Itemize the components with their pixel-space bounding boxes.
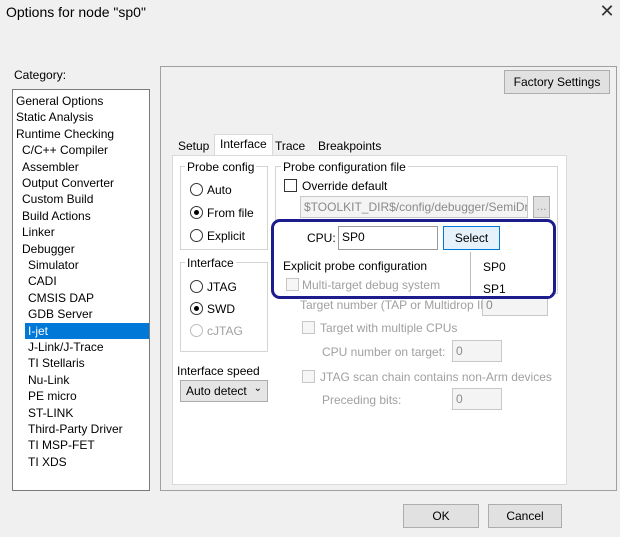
target-number-label: Target number (TAP or Multidrop ID): bbox=[300, 298, 497, 312]
cpu-number-input: 0 bbox=[452, 340, 502, 362]
interface-group-label: Interface bbox=[185, 256, 236, 270]
interface-speed-value: Auto detect bbox=[186, 384, 247, 398]
jtag-chain-checkbox bbox=[302, 370, 315, 383]
multi-target-checkbox bbox=[286, 278, 299, 291]
cpu-option-sp0[interactable]: SP0 bbox=[483, 260, 506, 274]
category-label: Category: bbox=[14, 68, 67, 82]
ok-button[interactable]: OK bbox=[403, 504, 479, 528]
override-default-checkbox[interactable] bbox=[284, 179, 297, 192]
category-item[interactable]: Debugger bbox=[19, 241, 79, 257]
multi-cpu-checkbox bbox=[302, 321, 315, 334]
cancel-button[interactable]: Cancel bbox=[488, 504, 562, 528]
probe-explicit-label: Explicit bbox=[207, 229, 246, 243]
category-item[interactable]: TI MSP-FET bbox=[25, 437, 99, 453]
jtag-chain-label: JTAG scan chain contains non-Arm devices bbox=[320, 370, 552, 384]
interface-cjtag-label: cJTAG bbox=[207, 324, 243, 338]
category-item[interactable]: CMSIS DAP bbox=[25, 290, 98, 306]
category-item[interactable]: PE micro bbox=[25, 388, 81, 404]
preceding-bits-label: Preceding bits: bbox=[322, 393, 402, 407]
probe-file-label: Probe configuration file bbox=[281, 160, 408, 174]
category-item[interactable]: I-jet bbox=[25, 322, 149, 339]
probe-explicit-radio[interactable] bbox=[190, 229, 203, 242]
cpu-dropdown-list: SP0 SP1 bbox=[470, 252, 550, 296]
category-item[interactable]: J-Link/J-Trace bbox=[25, 339, 108, 355]
interface-speed-label: Interface speed bbox=[177, 364, 260, 378]
category-item[interactable]: CADI bbox=[25, 273, 61, 289]
category-item[interactable]: Assembler bbox=[19, 159, 83, 175]
interface-jtag-label: JTAG bbox=[207, 280, 237, 294]
cpu-option-sp1[interactable]: SP1 bbox=[483, 282, 506, 296]
cpu-input[interactable]: SP0 bbox=[338, 226, 438, 250]
category-item[interactable]: Static Analysis bbox=[13, 109, 97, 125]
category-item[interactable]: Output Converter bbox=[19, 175, 118, 191]
probe-auto-radio[interactable] bbox=[190, 183, 203, 196]
probe-file-path-input: $TOOLKIT_DIR$/config/debugger/SemiDrive/ bbox=[300, 196, 528, 218]
category-item[interactable]: Simulator bbox=[25, 257, 83, 273]
category-item[interactable]: Linker bbox=[19, 224, 59, 240]
select-cpu-button[interactable]: Select bbox=[443, 226, 500, 250]
interface-jtag-radio[interactable] bbox=[190, 280, 203, 293]
probe-from-file-radio[interactable] bbox=[190, 206, 203, 219]
category-item[interactable]: TI Stellaris bbox=[25, 355, 89, 371]
preceding-bits-input: 0 bbox=[452, 388, 502, 410]
category-item[interactable]: General Options bbox=[13, 93, 107, 109]
category-item[interactable]: TI XDS bbox=[25, 454, 71, 470]
category-item[interactable]: Custom Build bbox=[19, 191, 97, 207]
cpu-selection-highlight: CPU: SP0 Select Explicit probe configura… bbox=[271, 219, 556, 299]
category-list[interactable]: General Options Static Analysis Runtime Ch… bbox=[12, 89, 150, 491]
tab-interface[interactable]: Interface bbox=[214, 134, 273, 156]
cpu-label: CPU: bbox=[307, 231, 336, 245]
interface-swd-label: SWD bbox=[207, 302, 235, 316]
category-item[interactable]: GDB Server bbox=[25, 306, 97, 322]
category-item[interactable]: Runtime Checking bbox=[13, 126, 118, 142]
factory-settings-button[interactable]: Factory Settings bbox=[504, 70, 610, 94]
probe-auto-label: Auto bbox=[207, 183, 232, 197]
interface-speed-select[interactable]: Auto detect ⌄ bbox=[180, 380, 268, 402]
explicit-config-label: Explicit probe configuration bbox=[283, 259, 428, 273]
probe-from-file-label: From file bbox=[207, 206, 254, 220]
window-title: Options for node "sp0" bbox=[6, 4, 146, 20]
category-item[interactable]: Build Actions bbox=[19, 208, 95, 224]
category-item[interactable]: Nu-Link bbox=[25, 372, 73, 388]
probe-config-label: Probe config bbox=[185, 160, 257, 174]
cpu-number-label: CPU number on target: bbox=[322, 345, 446, 359]
category-item[interactable]: ST-LINK bbox=[25, 405, 77, 421]
multi-cpu-label: Target with multiple CPUs bbox=[320, 321, 458, 335]
interface-swd-radio[interactable] bbox=[190, 302, 203, 315]
tab-breakpoints[interactable]: Breakpoints bbox=[312, 136, 387, 156]
override-default-label: Override default bbox=[302, 179, 388, 193]
close-icon[interactable]: ✕ bbox=[598, 2, 616, 20]
category-item[interactable]: Third-Party Driver bbox=[25, 421, 127, 437]
chevron-down-icon: ⌄ bbox=[253, 383, 262, 394]
tab-setup[interactable]: Setup bbox=[172, 136, 215, 156]
multi-target-label: Multi-target debug system bbox=[302, 278, 441, 292]
interface-cjtag-radio bbox=[190, 324, 203, 337]
category-item[interactable]: C/C++ Compiler bbox=[19, 142, 112, 158]
browse-button: ... bbox=[533, 196, 550, 218]
tab-trace[interactable]: Trace bbox=[269, 136, 311, 156]
